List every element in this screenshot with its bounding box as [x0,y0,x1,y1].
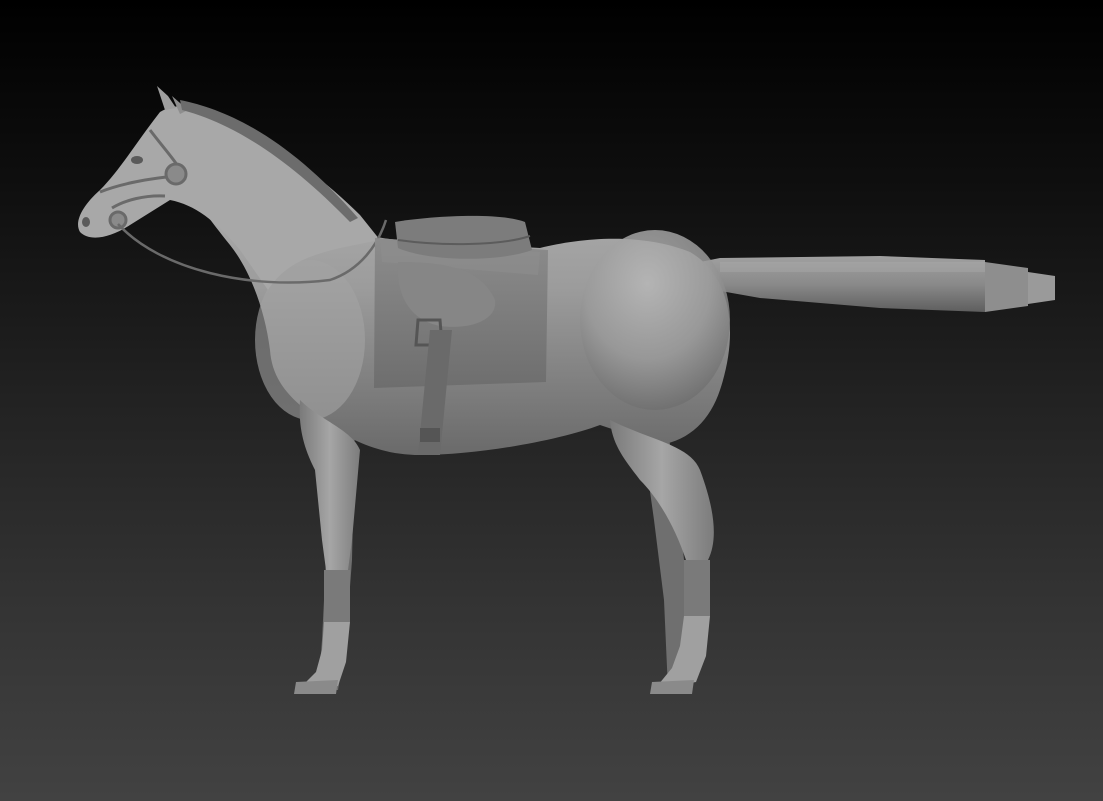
front-leg [294,400,360,694]
horse-model [78,86,1055,694]
tail-block [700,256,1055,312]
sculpt-viewport[interactable] [0,0,1103,801]
eye-shape [131,156,143,164]
